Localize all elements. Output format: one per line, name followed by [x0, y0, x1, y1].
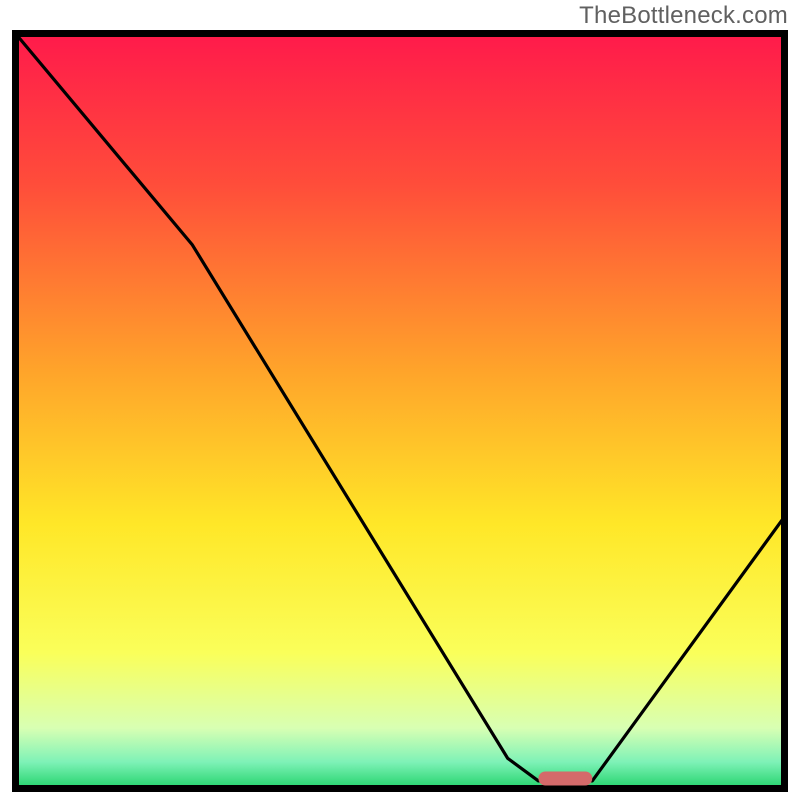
bottleneck-chart [0, 0, 800, 800]
optimal-range-marker [538, 772, 592, 786]
watermark-text: TheBottleneck.com [579, 2, 788, 30]
chart-frame: TheBottleneck.com [0, 0, 800, 800]
